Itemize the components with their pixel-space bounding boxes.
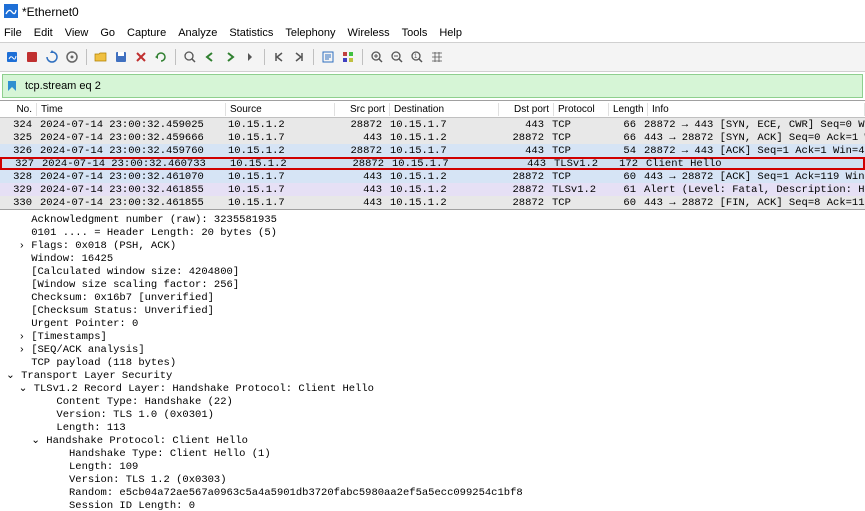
separator	[175, 49, 176, 65]
col-time[interactable]: Time	[37, 103, 226, 116]
separator	[313, 49, 314, 65]
packet-details[interactable]: Acknowledgment number (raw): 3235581935 …	[0, 210, 865, 511]
menu-capture[interactable]: Capture	[127, 27, 166, 39]
detail-line[interactable]: Checksum: 0x16b7 [unverified]	[6, 292, 859, 305]
title-bar: *Ethernet0	[0, 0, 865, 24]
menu-wireless[interactable]: Wireless	[348, 27, 390, 39]
zoom-reset-icon[interactable]: 1	[409, 49, 425, 65]
menu-telephony[interactable]: Telephony	[285, 27, 335, 39]
start-capture-icon[interactable]	[4, 49, 20, 65]
wireshark-icon	[4, 4, 22, 21]
menu-analyze[interactable]: Analyze	[178, 27, 217, 39]
detail-line[interactable]: Handshake Type: Client Hello (1)	[6, 448, 859, 461]
close-file-icon[interactable]	[133, 49, 149, 65]
menu-statistics[interactable]: Statistics	[229, 27, 273, 39]
detail-line[interactable]: 0101 .... = Header Length: 20 bytes (5)	[6, 227, 859, 240]
col-src[interactable]: Source	[226, 103, 335, 116]
detail-line[interactable]: Acknowledgment number (raw): 3235581935	[6, 214, 859, 227]
go-last-icon[interactable]	[291, 49, 307, 65]
packet-row[interactable]: 3292024-07-14 23:00:32.46185510.15.1.744…	[0, 183, 865, 196]
separator	[264, 49, 265, 65]
display-filter-bar	[2, 74, 863, 98]
col-sport[interactable]: Src port	[335, 103, 390, 116]
auto-scroll-icon[interactable]	[320, 49, 336, 65]
col-dst[interactable]: Destination	[390, 103, 499, 116]
zoom-in-icon[interactable]	[369, 49, 385, 65]
detail-line[interactable]: Length: 109	[6, 461, 859, 474]
detail-line[interactable]: Version: TLS 1.2 (0x0303)	[6, 474, 859, 487]
detail-line[interactable]: › [Timestamps]	[6, 331, 859, 344]
resize-columns-icon[interactable]	[429, 49, 445, 65]
go-to-packet-icon[interactable]	[242, 49, 258, 65]
go-first-icon[interactable]	[271, 49, 287, 65]
menu-bar: File Edit View Go Capture Analyze Statis…	[0, 24, 865, 43]
window-title: *Ethernet0	[22, 5, 79, 19]
detail-line[interactable]: TCP payload (118 bytes)	[6, 357, 859, 370]
detail-line[interactable]: [Window size scaling factor: 256]	[6, 279, 859, 292]
col-no[interactable]: No.	[0, 103, 37, 116]
col-proto[interactable]: Protocol	[554, 103, 609, 116]
detail-line[interactable]: Urgent Pointer: 0	[6, 318, 859, 331]
col-dport[interactable]: Dst port	[499, 103, 554, 116]
detail-line[interactable]: › [SEQ/ACK analysis]	[6, 344, 859, 357]
menu-file[interactable]: File	[4, 27, 22, 39]
menu-edit[interactable]: Edit	[34, 27, 53, 39]
capture-options-icon[interactable]	[64, 49, 80, 65]
detail-line[interactable]: Session ID Length: 0	[6, 500, 859, 511]
find-packet-icon[interactable]	[182, 49, 198, 65]
detail-line[interactable]: [Calculated window size: 4204800]	[6, 266, 859, 279]
menu-go[interactable]: Go	[100, 27, 115, 39]
packet-row[interactable]: 3272024-07-14 23:00:32.46073310.15.1.228…	[0, 157, 865, 170]
display-filter-input[interactable]	[21, 78, 862, 94]
separator	[86, 49, 87, 65]
packet-list-header: No. Time Source Src port Destination Dst…	[0, 101, 865, 118]
save-file-icon[interactable]	[113, 49, 129, 65]
detail-line[interactable]: Content Type: Handshake (22)	[6, 396, 859, 409]
toolbar: 1	[0, 43, 865, 72]
menu-tools[interactable]: Tools	[402, 27, 428, 39]
separator	[362, 49, 363, 65]
packet-list: No. Time Source Src port Destination Dst…	[0, 100, 865, 210]
detail-line[interactable]: Window: 16425	[6, 253, 859, 266]
col-info[interactable]: Info	[648, 103, 865, 116]
go-forward-icon[interactable]	[222, 49, 238, 65]
go-back-icon[interactable]	[202, 49, 218, 65]
open-file-icon[interactable]	[93, 49, 109, 65]
col-len[interactable]: Length	[609, 103, 648, 116]
menu-help[interactable]: Help	[439, 27, 462, 39]
packet-row[interactable]: 3302024-07-14 23:00:32.46185510.15.1.744…	[0, 196, 865, 209]
packet-row[interactable]: 3262024-07-14 23:00:32.45976010.15.1.228…	[0, 144, 865, 157]
zoom-out-icon[interactable]	[389, 49, 405, 65]
detail-line[interactable]: ⌄ TLSv1.2 Record Layer: Handshake Protoc…	[6, 383, 859, 396]
menu-view[interactable]: View	[65, 27, 89, 39]
colorize-icon[interactable]	[340, 49, 356, 65]
reload-icon[interactable]	[153, 49, 169, 65]
detail-line[interactable]: Random: e5cb04a72ae567a0963c5a4a5901db37…	[6, 487, 859, 500]
packet-row[interactable]: 3252024-07-14 23:00:32.45966610.15.1.744…	[0, 131, 865, 144]
restart-capture-icon[interactable]	[44, 49, 60, 65]
detail-line[interactable]: Length: 113	[6, 422, 859, 435]
detail-line[interactable]: Version: TLS 1.0 (0x0301)	[6, 409, 859, 422]
detail-line[interactable]: ⌄ Transport Layer Security	[6, 370, 859, 383]
stop-capture-icon[interactable]	[24, 49, 40, 65]
filter-bookmark-icon[interactable]	[3, 80, 21, 92]
detail-line[interactable]: ⌄ Handshake Protocol: Client Hello	[6, 435, 859, 448]
detail-line[interactable]: › Flags: 0x018 (PSH, ACK)	[6, 240, 859, 253]
packet-row[interactable]: 3242024-07-14 23:00:32.45902510.15.1.228…	[0, 118, 865, 131]
detail-line[interactable]: [Checksum Status: Unverified]	[6, 305, 859, 318]
packet-row[interactable]: 3282024-07-14 23:00:32.46107010.15.1.744…	[0, 170, 865, 183]
